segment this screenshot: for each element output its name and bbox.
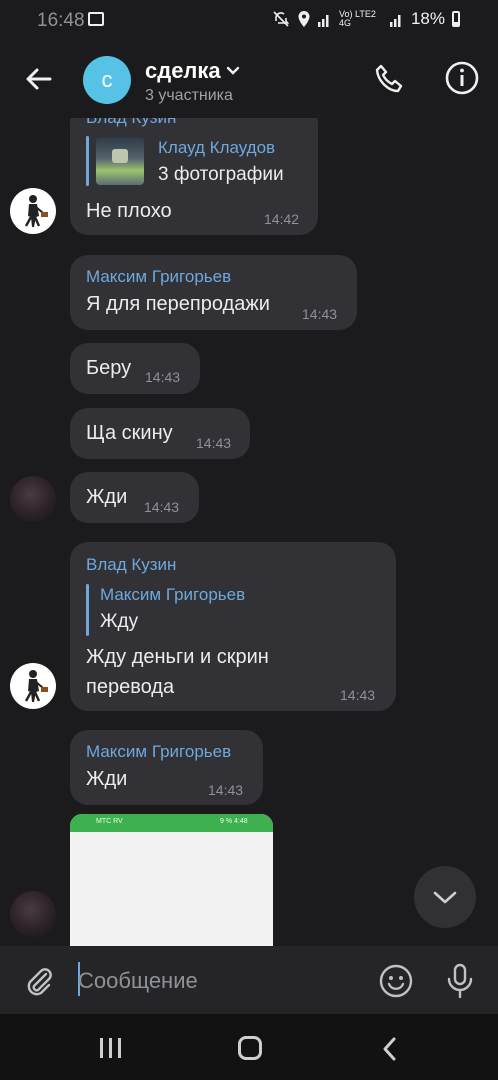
signal-icon [317,15,329,27]
message-bubble[interactable]: Максим Григорьев Я для перепродажи 14:43 [70,255,357,330]
location-icon [298,11,310,27]
message-text: Беру [86,357,132,379]
info-icon[interactable] [444,60,480,96]
gallery-notification-icon [88,12,104,26]
group-avatar-letter: с [101,67,113,92]
status-bar: 16:48 Vo) LTE2 4G 18% [0,0,498,40]
home-icon[interactable] [238,1036,262,1060]
message-composer: Сообщение [0,946,498,1014]
image-left-text: МТС RV [96,818,123,825]
quote-text: Жду [100,611,139,632]
mute-icon [273,11,290,27]
paperclip-icon[interactable] [22,964,56,998]
message-feed[interactable]: Влад Кузин Клауд Клаудов 3 фотографии Не… [0,118,498,946]
emoji-icon[interactable] [378,963,414,999]
quote-sender: Клауд Клаудов [158,138,276,157]
message-sender: Влад Кузин [86,118,176,128]
battery-percent: 18% [410,9,445,28]
businessman-avatar-icon [24,195,48,227]
message-input[interactable]: Сообщение [78,964,358,998]
message-time: 14:43 [196,435,232,451]
signal-icon-2 [389,15,401,27]
message-text-line1: Жду деньги и скрин [86,646,269,668]
message-time: 14:42 [264,211,300,227]
phone-icon[interactable] [372,61,408,97]
quote-sender: Максим Григорьев [100,585,246,604]
message-time: 14:43 [144,499,180,515]
message-text-line2: перевода [86,676,175,698]
quote-text: 3 фотографии [158,164,284,185]
businessman-avatar-icon [24,670,48,702]
message-text: Жди [86,486,128,508]
message-time: 14:43 [208,782,244,798]
message-bubble[interactable]: Ща скину 14:43 [70,408,250,459]
status-time: 16:48 [37,10,85,31]
message-text: Ща скину [86,422,173,444]
message-bubble[interactable]: Беру 14:43 [70,343,200,394]
status-icons: Vo) LTE2 4G 18% [272,9,460,29]
message-sender: Максим Григорьев [86,267,232,286]
avatar-maksim-grigoriev[interactable] [10,891,56,937]
quote-bar [86,584,89,636]
avatar-vlad-kuzin[interactable] [10,188,56,234]
avatar-maksim-grigoriev[interactable] [10,476,56,522]
image-status-strip: МТС RV 9 % 4:48 [70,814,273,832]
message-text: Не плохо [86,200,172,222]
image-right-text: 9 % 4:48 [220,818,248,825]
network-label: Vo) LTE2 4G [338,9,376,28]
message-bubble[interactable]: Влад Кузин Клауд Клаудов 3 фотографии Не… [70,118,318,235]
chevron-down-icon [433,891,457,904]
image-message[interactable]: МТС RV 9 % 4:48 [70,814,273,946]
message-time: 14:43 [302,306,338,322]
battery-icon [452,11,460,27]
recent-apps-icon[interactable] [98,1038,124,1058]
message-time: 14:43 [340,687,376,703]
message-text: Я для перепродажи [86,293,270,315]
message-sender: Максим Григорьев [86,742,232,761]
message-bubble[interactable]: Влад Кузин Максим Григорьев Жду Жду день… [70,542,396,711]
chat-header: с сделка 3 участника [0,40,498,118]
message-bubble[interactable]: Жди 14:43 [70,472,199,523]
back-icon[interactable] [380,1036,400,1062]
group-avatar[interactable]: с [83,56,131,104]
scroll-down-button[interactable] [414,866,476,928]
chevron-down-icon[interactable] [226,66,240,76]
chat-title[interactable]: сделка [145,58,221,84]
participants-count: 3 участника [145,87,233,104]
microphone-icon[interactable] [444,962,476,1000]
message-text: Жди [86,768,128,790]
quote-bar [86,136,89,186]
avatar-vlad-kuzin[interactable] [10,663,56,709]
message-bubble[interactable]: Максим Григорьев Жди 14:43 [70,730,263,805]
message-sender: Влад Кузин [86,555,177,574]
system-nav-bar [0,1014,498,1080]
message-time: 14:43 [145,369,181,385]
back-arrow-icon[interactable] [20,60,58,98]
photo-thumbnail[interactable] [96,137,144,185]
